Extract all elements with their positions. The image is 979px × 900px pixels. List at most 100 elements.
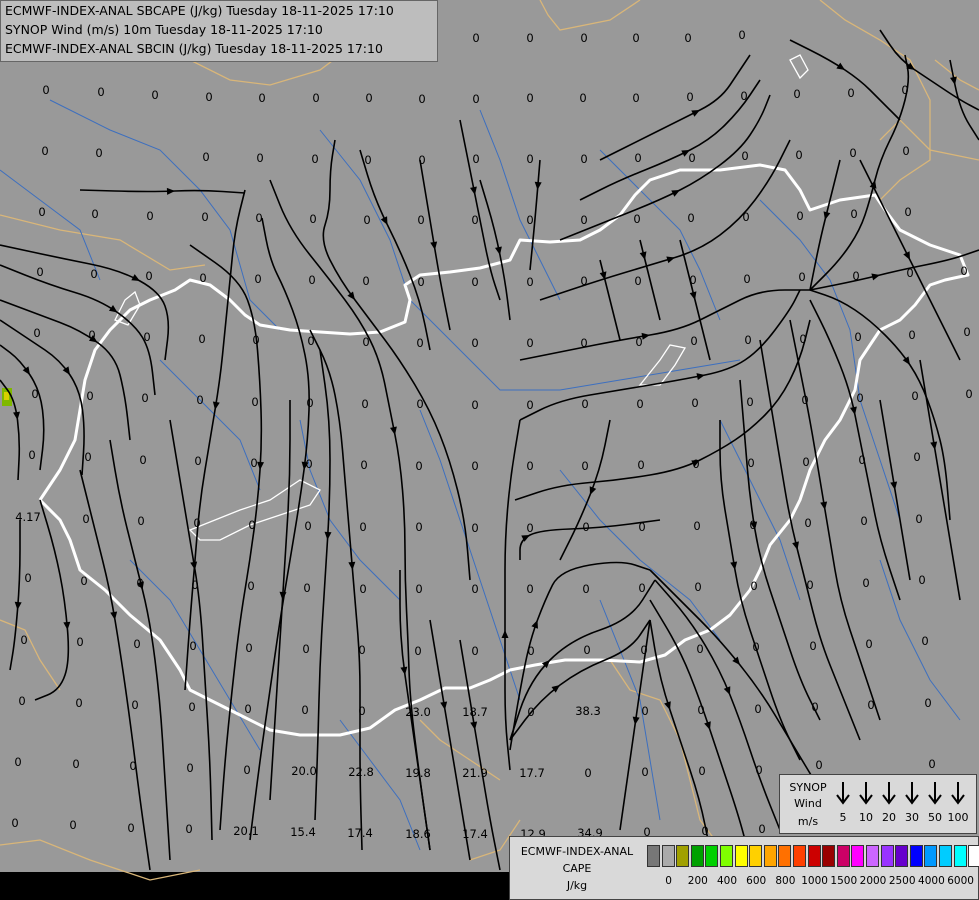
cin-value: 0	[205, 90, 212, 104]
cin-value: 0	[38, 205, 45, 219]
cin-value: 0	[798, 270, 805, 284]
cin-value: 0	[638, 520, 645, 534]
cin-value: 0	[69, 818, 76, 832]
cin-value: 0	[799, 332, 806, 346]
cin-value: 0	[358, 704, 365, 718]
cape-legend-tick: 800	[775, 875, 796, 887]
cin-value: 0	[250, 456, 257, 470]
cin-value: 0	[33, 326, 40, 340]
wind-legend-arrow-icon	[857, 781, 875, 809]
weather-map[interactable]: 0 0 0 0 0 0 0 0 0 0 0 0 0 0 0 0 0 0 0 0 0 0 0 0 0 0 0 0 0 0 0 0 0 0 0 0 0 0 0 0…	[0, 0, 979, 900]
cin-value: 0	[688, 151, 695, 165]
map-header: ECMWF-INDEX-ANAL SBCAPE (J/kg) Tuesday 1…	[0, 0, 438, 62]
cape-legend-swatch	[647, 845, 660, 867]
cin-value: 0	[86, 389, 93, 403]
wind-legend-value: 30	[905, 811, 919, 824]
header-line-cape: ECMWF-INDEX-ANAL SBCAPE (J/kg) Tuesday 1…	[5, 3, 394, 18]
cin-value: 0	[526, 91, 533, 105]
cin-value: 0	[248, 518, 255, 532]
cin-value: 0	[924, 696, 931, 710]
cin-value: 0	[582, 520, 589, 534]
map-bottom-edge	[0, 872, 510, 900]
cin-value: 0	[856, 391, 863, 405]
cin-value: 0	[738, 28, 745, 42]
cin-value: 0	[526, 582, 533, 596]
cin-value: 0	[580, 336, 587, 350]
cin-value: 0	[202, 150, 209, 164]
cin-value: 23.0	[405, 705, 431, 719]
cin-value: 0	[471, 275, 478, 289]
cin-value: 0	[744, 333, 751, 347]
cin-value: 0	[188, 700, 195, 714]
cin-value: 0	[88, 328, 95, 342]
cin-value: 0	[902, 144, 909, 158]
cin-value: 0	[127, 821, 134, 835]
cin-value: 0	[194, 454, 201, 468]
cin-value: 18.7	[462, 705, 488, 719]
cin-value: 0	[687, 211, 694, 225]
cape-legend-swatch	[661, 845, 675, 867]
cape-legend-swatch	[909, 845, 923, 867]
cin-value: 0	[582, 582, 589, 596]
cin-value: 0	[307, 334, 314, 348]
cape-legend-tick: 6000	[947, 875, 974, 887]
cin-value: 0	[852, 269, 859, 283]
cin-value: 0	[139, 453, 146, 467]
cin-value: 0	[31, 387, 38, 401]
cin-value: 0	[634, 151, 641, 165]
cin-value: 0	[415, 459, 422, 473]
cin-value: 17.4	[347, 826, 373, 840]
cin-value: 0	[24, 571, 31, 585]
cin-value: 0	[633, 212, 640, 226]
cape-legend-tick: 200	[687, 875, 708, 887]
cin-value: 0	[581, 459, 588, 473]
cin-value: 0	[696, 642, 703, 656]
cin-value: 0	[28, 448, 35, 462]
cin-value: 0	[191, 578, 198, 592]
cin-value: 0	[911, 389, 918, 403]
cape-legend-swatch	[939, 845, 952, 867]
wind-legend-value: 10	[859, 811, 873, 824]
wind-legend-arrow-icon	[926, 781, 944, 809]
cin-value: 20.1	[233, 824, 259, 838]
wind-legend-value: 5	[839, 811, 847, 824]
cin-value: 0	[417, 213, 424, 227]
cin-value: 0	[251, 395, 258, 409]
wind-legend-value: 100	[947, 811, 969, 824]
cin-value: 0	[758, 822, 765, 836]
cin-value: 0	[526, 31, 533, 45]
cin-value: 0	[908, 328, 915, 342]
cin-value: 0	[36, 265, 43, 279]
cin-value: 0	[416, 397, 423, 411]
cin-value: 0	[471, 459, 478, 473]
cin-value: 0	[641, 765, 648, 779]
cin-value: 0	[363, 213, 370, 227]
cin-value: 0	[243, 763, 250, 777]
cape-legend-tick: 1500	[830, 875, 858, 887]
cin-value: 0	[416, 336, 423, 350]
cin-value: 0	[471, 644, 478, 658]
cin-value: 0	[752, 640, 759, 654]
cin-value: 0	[692, 457, 699, 471]
cin-value: 0	[918, 573, 925, 587]
cin-value: 18.6	[405, 827, 431, 841]
cin-value: 17.7	[519, 766, 545, 780]
cape-legend-swatch	[734, 845, 748, 867]
cin-value: 0	[865, 637, 872, 651]
cin-value: 0	[526, 521, 533, 535]
cin-value: 0	[684, 31, 691, 45]
cin-value: 0	[146, 209, 153, 223]
cin-value: 0	[691, 396, 698, 410]
cin-value: 0	[137, 514, 144, 528]
cin-value: 0	[580, 152, 587, 166]
cin-value: 0	[802, 455, 809, 469]
cin-value: 0	[526, 459, 533, 473]
cin-value: 0	[97, 85, 104, 99]
cin-value: 0	[414, 644, 421, 658]
cin-value: 0	[11, 816, 18, 830]
cin-value: 38.3	[575, 704, 601, 718]
cin-value: 0	[901, 83, 908, 97]
cin-value: 0	[18, 694, 25, 708]
cin-value: 0	[584, 766, 591, 780]
cin-value: 0	[640, 643, 647, 657]
